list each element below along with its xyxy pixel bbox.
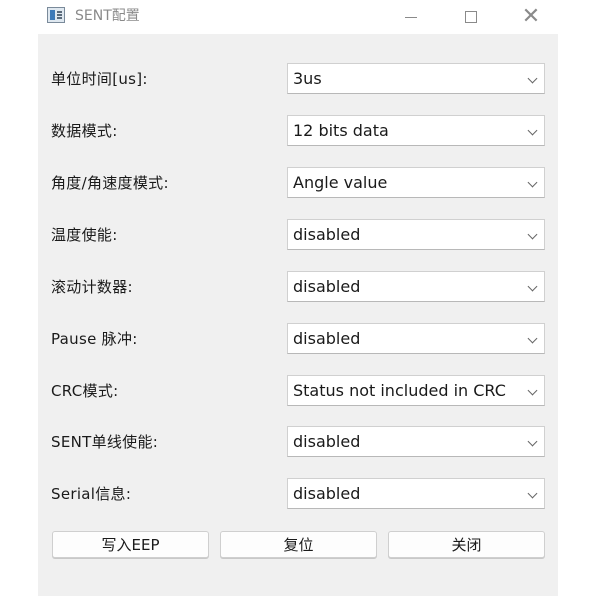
rolling-counter-label: 滚动计数器: bbox=[51, 278, 133, 296]
sent-single-wire-value: disabled bbox=[293, 432, 361, 451]
temperature-enable-select[interactable]: disabled bbox=[287, 219, 545, 250]
angle-mode-label: 角度/角速度模式: bbox=[51, 174, 169, 192]
unit-time-select[interactable]: 3us bbox=[287, 63, 545, 94]
title-bar[interactable]: SENT配置 ✕ bbox=[38, 0, 558, 34]
maximize-button[interactable] bbox=[446, 2, 496, 32]
sent-config-window: SENT配置 ✕ 单位时间[us]: 3us 数据模式: 12 bits dat… bbox=[38, 0, 558, 596]
close-window-button[interactable]: ✕ bbox=[506, 2, 556, 32]
crc-mode-value: Status not included in CRC bbox=[293, 381, 506, 400]
chevron-down-icon bbox=[527, 281, 538, 292]
rolling-counter-value: disabled bbox=[293, 277, 361, 296]
close-icon: ✕ bbox=[521, 4, 541, 29]
unit-time-value: 3us bbox=[293, 69, 322, 88]
chevron-down-icon bbox=[527, 177, 538, 188]
temperature-enable-value: disabled bbox=[293, 225, 361, 244]
serial-info-select[interactable]: disabled bbox=[287, 478, 545, 509]
chevron-down-icon bbox=[527, 73, 538, 84]
pause-pulse-select[interactable]: disabled bbox=[287, 323, 545, 354]
data-mode-label: 数据模式: bbox=[51, 122, 118, 140]
reset-button[interactable]: 复位 bbox=[220, 531, 377, 558]
chevron-down-icon bbox=[527, 333, 538, 344]
chevron-down-icon bbox=[527, 488, 538, 499]
data-mode-value: 12 bits data bbox=[293, 121, 389, 140]
chevron-down-icon bbox=[527, 385, 538, 396]
crc-mode-label: CRC模式: bbox=[51, 382, 119, 400]
close-button[interactable]: 关闭 bbox=[388, 531, 545, 558]
sent-single-wire-label: SENT单线使能: bbox=[51, 433, 159, 451]
temperature-enable-label: 温度使能: bbox=[51, 226, 118, 244]
rolling-counter-select[interactable]: disabled bbox=[287, 271, 545, 302]
app-icon bbox=[47, 7, 65, 23]
pause-pulse-label: Pause 脉冲: bbox=[51, 330, 138, 348]
chevron-down-icon bbox=[527, 125, 538, 136]
chevron-down-icon bbox=[527, 229, 538, 240]
serial-info-label: Serial信息: bbox=[51, 485, 132, 503]
chevron-down-icon bbox=[527, 436, 538, 447]
minimize-icon bbox=[405, 16, 417, 18]
pause-pulse-value: disabled bbox=[293, 329, 361, 348]
serial-info-value: disabled bbox=[293, 484, 361, 503]
angle-mode-select[interactable]: Angle value bbox=[287, 167, 545, 198]
maximize-icon bbox=[465, 11, 477, 23]
window-title: SENT配置 bbox=[75, 8, 140, 24]
crc-mode-select[interactable]: Status not included in CRC bbox=[287, 375, 545, 406]
minimize-button[interactable] bbox=[386, 2, 436, 32]
data-mode-select[interactable]: 12 bits data bbox=[287, 115, 545, 146]
angle-mode-value: Angle value bbox=[293, 173, 388, 192]
unit-time-label: 单位时间[us]: bbox=[51, 70, 148, 88]
write-eep-button[interactable]: 写入EEP bbox=[52, 531, 209, 558]
sent-single-wire-select[interactable]: disabled bbox=[287, 426, 545, 457]
